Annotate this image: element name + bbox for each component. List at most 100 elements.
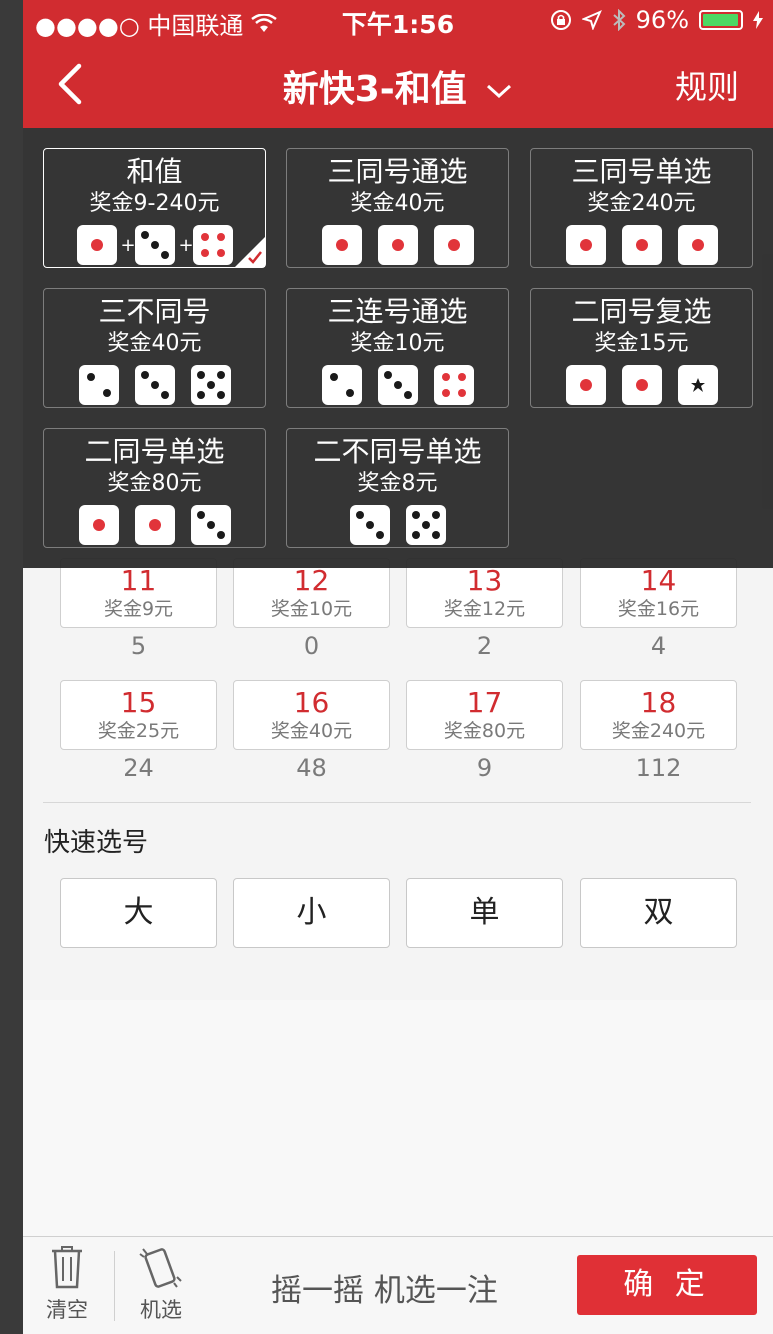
play-type-three-different[interactable]: 三不同号 奖金40元 [43,288,266,408]
clear-label: 清空 [46,1298,88,1322]
dice-one-icon [677,225,718,265]
status-bar: ●●●●○ 中国联通 下午1:56 96% [23,0,773,40]
dice-one-icon [565,225,606,265]
sum-prize: 奖金9元 [103,598,174,620]
play-type-name: 三同号通选 [327,155,468,188]
sum-prize: 奖金240元 [611,720,706,742]
play-type-two-different[interactable]: 二不同号单选 奖金8元 [286,428,509,548]
sum-number: 17 [466,686,503,719]
quick-select-even-button[interactable]: 双 [580,878,737,948]
toolbar-divider [114,1251,115,1321]
sum-prize: 奖金25元 [97,720,180,742]
dice-one-icon [134,505,175,545]
bottom-bar: 清空 机选 摇一摇 机选一注 确 定 [23,1236,773,1334]
sum-option-15[interactable]: 15 奖金25元 [60,680,217,750]
dice-four-icon [433,365,474,405]
sum-number: 15 [120,686,157,719]
sum-prize: 奖金80元 [443,720,526,742]
play-type-pair-single[interactable]: 二同号单选 奖金80元 [43,428,266,548]
dice-two-icon [321,365,362,405]
confirm-button[interactable]: 确 定 [577,1255,757,1315]
page-title[interactable]: 新快3-和值 [23,60,773,112]
dice-one-icon [321,225,362,265]
plus-icon: + [178,234,194,256]
dice-five-icon [190,365,231,405]
play-type-triple-single[interactable]: 三同号单选 奖金240元 [530,148,753,268]
trash-icon [52,1246,82,1289]
checkmark-icon [235,237,265,267]
dice-one-icon [433,225,474,265]
play-type-name: 三连号通选 [327,295,468,328]
quick-select-small-button[interactable]: 小 [233,878,390,948]
star-icon [690,378,705,392]
dice-one-icon [621,225,662,265]
dice-three-icon [377,365,418,405]
app-screen: ●●●●○ 中国联通 下午1:56 96% 新快3-和值 规则 11 奖金9元 … [23,0,773,1334]
sum-prize: 奖金12元 [443,598,526,620]
sum-option-13[interactable]: 13 奖金12元 [406,558,563,628]
play-type-prize: 奖金8元 [357,471,438,496]
sum-number: 12 [293,564,330,597]
play-type-prize: 奖金80元 [107,471,202,496]
sum-number: 16 [293,686,330,719]
play-type-prize: 奖金40元 [107,331,202,356]
miss-count: 5 [130,632,147,660]
clear-button[interactable]: 清空 [39,1245,95,1324]
play-type-name: 二同号复选 [571,295,712,328]
rules-link[interactable]: 规则 [675,62,739,108]
phone-shake-icon [139,1248,182,1288]
dice-three-icon [134,225,175,265]
dice-two-icon [78,365,119,405]
dice-one-icon [621,365,662,405]
quick-select-odd-button[interactable]: 单 [406,878,563,948]
miss-count: 112 [635,754,682,782]
miss-count: 24 [123,754,154,782]
dice-five-icon [405,505,446,545]
miss-count: 9 [476,754,493,782]
sum-option-11[interactable]: 11 奖金9元 [60,558,217,628]
sum-option-17[interactable]: 17 奖金80元 [406,680,563,750]
miss-count: 48 [296,754,327,782]
battery-percent: 96% [635,6,689,34]
dice-one-icon [565,365,606,405]
play-type-sum[interactable]: 和值 奖金9-240元 + + [43,148,266,268]
dice-wildcard-icon [677,365,718,405]
chevron-down-icon [487,84,512,99]
side-strip [0,0,23,1334]
divider [43,802,751,803]
random-pick-label: 机选 [140,1298,182,1322]
play-type-prize: 奖金240元 [587,191,696,216]
play-type-straight-any[interactable]: 三连号通选 奖金10元 [286,288,509,408]
location-icon [581,10,602,30]
sum-number: 11 [120,564,157,597]
battery-icon [699,10,743,30]
bluetooth-icon [612,9,626,31]
dice-three-icon [134,365,175,405]
random-pick-button[interactable]: 机选 [133,1245,189,1324]
dice-three-icon [349,505,390,545]
plus-icon: + [120,234,136,256]
miss-count: 4 [650,632,667,660]
play-type-name: 二不同号单选 [313,435,482,468]
play-type-menu: 和值 奖金9-240元 + + 三同号通选 奖金40元 三同号单选 奖金240元… [23,128,773,568]
play-type-triple-any[interactable]: 三同号通选 奖金40元 [286,148,509,268]
quick-select-title: 快速选号 [44,828,149,858]
sum-prize: 奖金16元 [617,598,700,620]
play-type-name: 三不同号 [98,295,211,328]
sum-option-18[interactable]: 18 奖金240元 [580,680,737,750]
dice-three-icon [190,505,231,545]
play-type-name: 二同号单选 [84,435,225,468]
play-type-prize: 奖金10元 [350,331,445,356]
charging-icon [753,11,763,29]
sum-option-14[interactable]: 14 奖金16元 [580,558,737,628]
sum-number: 14 [640,564,677,597]
sum-option-12[interactable]: 12 奖金10元 [233,558,390,628]
dice-one-icon [377,225,418,265]
dice-four-icon [192,225,233,265]
sum-option-16[interactable]: 16 奖金40元 [233,680,390,750]
sum-number: 13 [466,564,503,597]
page-title-label: 新快3-和值 [282,69,467,110]
quick-select-big-button[interactable]: 大 [60,878,217,948]
play-type-prize: 奖金15元 [594,331,689,356]
play-type-pair-multi[interactable]: 二同号复选 奖金15元 [530,288,753,408]
